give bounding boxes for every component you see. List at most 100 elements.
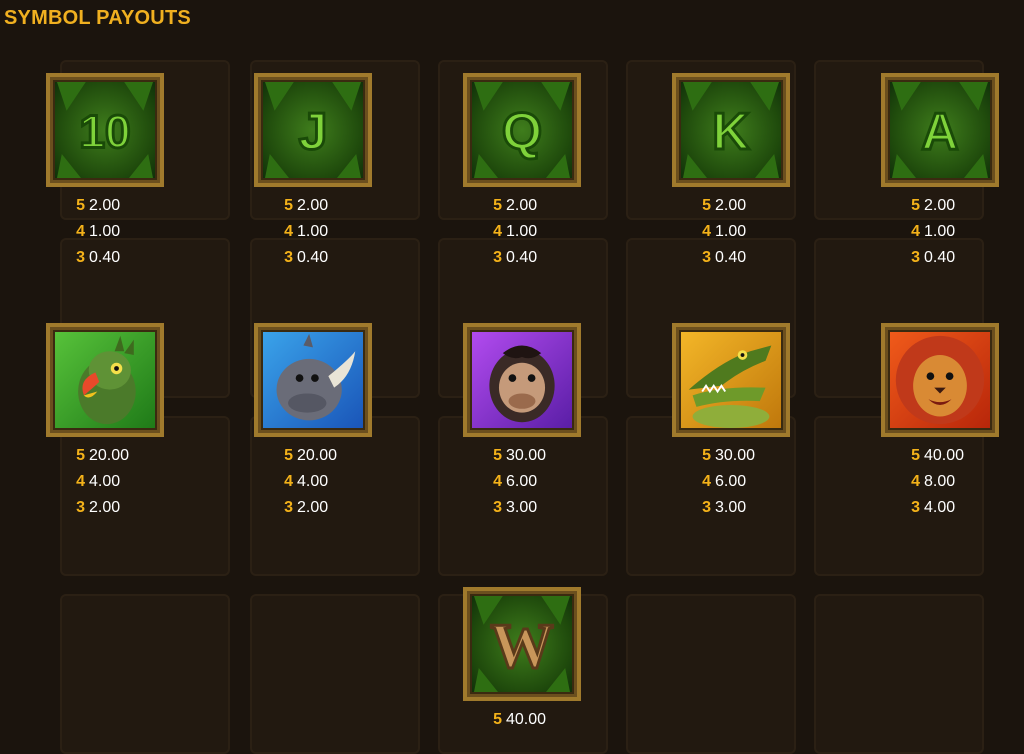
payout-value: 2.00 bbox=[89, 499, 121, 516]
payout-value: 8.00 bbox=[924, 473, 956, 490]
match-count: 5 bbox=[76, 447, 85, 464]
payout-row: 4 8.00 bbox=[881, 469, 999, 495]
match-count: 5 bbox=[493, 197, 502, 214]
payout-value: 4.00 bbox=[924, 499, 956, 516]
payout-value: 2.00 bbox=[297, 197, 329, 214]
payout-row: 5 20.00 bbox=[254, 443, 372, 469]
payout-value: 2.00 bbox=[89, 197, 121, 214]
payout-row: 4 6.00 bbox=[672, 469, 790, 495]
payout-row: 4 1.00 bbox=[881, 219, 999, 245]
payout-row: 4 6.00 bbox=[463, 469, 581, 495]
payout-row: 3 0.40 bbox=[463, 245, 581, 271]
payout-value: 20.00 bbox=[297, 447, 338, 464]
symbol-tile: W bbox=[463, 587, 581, 701]
j-symbol-icon: J bbox=[261, 80, 365, 180]
payout-row: 5 2.00 bbox=[463, 193, 581, 219]
match-count: 5 bbox=[493, 447, 502, 464]
payout-table: 5 40.00 bbox=[463, 707, 581, 733]
payout-row: 3 2.00 bbox=[254, 495, 372, 521]
match-count: 4 bbox=[493, 473, 502, 490]
payout-row: 3 0.40 bbox=[254, 245, 372, 271]
payout-row: 5 2.00 bbox=[46, 193, 164, 219]
background-cell bbox=[626, 594, 796, 754]
payout-row: 5 30.00 bbox=[672, 443, 790, 469]
match-count: 3 bbox=[76, 499, 85, 516]
match-count: 4 bbox=[284, 223, 293, 240]
match-count: 3 bbox=[702, 499, 711, 516]
background-cell bbox=[60, 594, 230, 754]
payout-value: 4.00 bbox=[297, 473, 329, 490]
svg-text:W: W bbox=[490, 611, 553, 681]
symbol-tile: A bbox=[881, 73, 999, 187]
payout-table: 5 30.00 4 6.00 3 3.00 bbox=[672, 443, 790, 521]
match-count: 5 bbox=[911, 197, 920, 214]
payout-table: 5 20.00 4 4.00 3 2.00 bbox=[254, 443, 372, 521]
symbol-tile: K bbox=[672, 73, 790, 187]
payout-row: 5 30.00 bbox=[463, 443, 581, 469]
match-count: 3 bbox=[911, 499, 920, 516]
match-count: 5 bbox=[284, 447, 293, 464]
svg-text:10: 10 bbox=[79, 105, 130, 157]
symbol-tile bbox=[881, 323, 999, 437]
symbol-tile: Q bbox=[463, 73, 581, 187]
match-count: 5 bbox=[76, 197, 85, 214]
symbol-tile bbox=[46, 323, 164, 437]
background-cell bbox=[250, 594, 420, 754]
payout-row: 3 3.00 bbox=[463, 495, 581, 521]
payout-row: 4 4.00 bbox=[46, 469, 164, 495]
match-count: 5 bbox=[702, 197, 711, 214]
payout-value: 1.00 bbox=[506, 223, 538, 240]
match-count: 5 bbox=[702, 447, 711, 464]
payout-value: 6.00 bbox=[715, 473, 747, 490]
payout-value: 30.00 bbox=[506, 447, 547, 464]
payout-value: 1.00 bbox=[924, 223, 956, 240]
symbol-tile: J bbox=[254, 73, 372, 187]
match-count: 3 bbox=[702, 249, 711, 266]
payout-row: 4 1.00 bbox=[46, 219, 164, 245]
payout-value: 2.00 bbox=[506, 197, 538, 214]
payout-value: 20.00 bbox=[89, 447, 130, 464]
svg-text:Q: Q bbox=[502, 102, 542, 160]
match-count: 3 bbox=[284, 249, 293, 266]
page-title: SYMBOL PAYOUTS bbox=[4, 7, 191, 29]
match-count: 3 bbox=[911, 249, 920, 266]
payout-value: 1.00 bbox=[297, 223, 329, 240]
payout-value: 6.00 bbox=[506, 473, 538, 490]
payout-value: 2.00 bbox=[924, 197, 956, 214]
match-count: 4 bbox=[702, 223, 711, 240]
payout-row: 5 40.00 bbox=[463, 707, 581, 733]
payout-value: 4.00 bbox=[89, 473, 121, 490]
match-count: 4 bbox=[76, 223, 85, 240]
match-count: 5 bbox=[493, 711, 502, 728]
match-count: 4 bbox=[911, 473, 920, 490]
payout-table: 5 2.00 4 1.00 3 0.40 bbox=[881, 193, 999, 271]
gorilla-symbol-icon bbox=[470, 330, 574, 430]
payout-row: 5 2.00 bbox=[254, 193, 372, 219]
payout-value: 2.00 bbox=[297, 499, 329, 516]
parrot-symbol-icon bbox=[53, 330, 157, 430]
symbol-tile bbox=[672, 323, 790, 437]
match-count: 4 bbox=[284, 473, 293, 490]
q-symbol-icon: Q bbox=[470, 80, 574, 180]
payout-value: 40.00 bbox=[506, 711, 547, 728]
match-count: 3 bbox=[493, 249, 502, 266]
a-symbol-icon: A bbox=[888, 80, 992, 180]
payout-row: 3 3.00 bbox=[672, 495, 790, 521]
match-count: 5 bbox=[284, 197, 293, 214]
match-count: 4 bbox=[493, 223, 502, 240]
svg-text:J: J bbox=[299, 102, 328, 160]
lion-symbol-icon bbox=[888, 330, 992, 430]
match-count: 4 bbox=[911, 223, 920, 240]
svg-text:A: A bbox=[921, 102, 958, 160]
payout-value: 3.00 bbox=[506, 499, 538, 516]
match-count: 4 bbox=[76, 473, 85, 490]
payout-row: 5 40.00 bbox=[881, 443, 999, 469]
payout-row: 3 2.00 bbox=[46, 495, 164, 521]
match-count: 4 bbox=[702, 473, 711, 490]
payout-value: 1.00 bbox=[715, 223, 747, 240]
wild-symbol-icon: W bbox=[470, 594, 574, 694]
payout-value: 0.40 bbox=[506, 249, 538, 266]
k-symbol-icon: K bbox=[679, 80, 783, 180]
payout-value: 0.40 bbox=[297, 249, 329, 266]
payout-row: 4 1.00 bbox=[254, 219, 372, 245]
